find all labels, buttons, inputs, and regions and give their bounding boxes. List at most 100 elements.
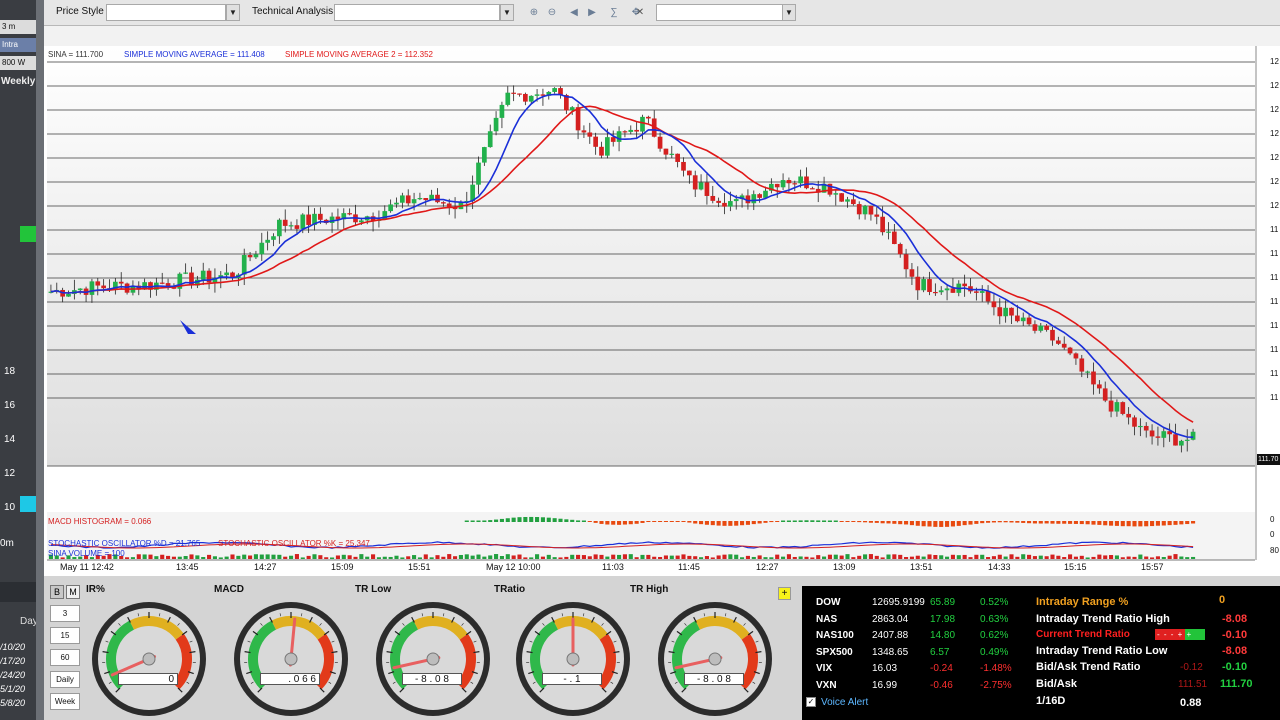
x-axis-label: 11:45 — [678, 562, 700, 572]
left-tab-intra[interactable]: Intra — [0, 38, 36, 52]
gauge-title: IR% — [86, 584, 105, 595]
left-cyan-marker — [20, 496, 36, 512]
x-axis-label: 11:03 — [602, 562, 624, 572]
left-tab-3m[interactable]: 3 m — [0, 20, 36, 34]
market-percent: -1.48% — [980, 663, 1012, 674]
current-trend-bar-text: - - - + + — [1157, 630, 1193, 639]
left-date: /24/20 — [0, 670, 26, 680]
y-axis-tick: 12 — [1270, 201, 1279, 210]
tick-label: 1/16D — [1036, 695, 1066, 707]
current-trend-value: -0.10 — [1222, 629, 1248, 641]
period-60-button[interactable]: 60 — [50, 649, 80, 666]
x-axis-label: 12:27 — [756, 562, 779, 572]
gauge-tr-low — [376, 602, 490, 716]
price-style-select[interactable] — [106, 4, 226, 21]
gauge-title: TR Low — [355, 584, 392, 595]
x-axis-label: May 11 12:42 — [60, 562, 114, 572]
x-axis-label: 13:09 — [833, 562, 856, 572]
chevron-down-icon[interactable]: ▼ — [500, 4, 514, 21]
left-green-marker — [20, 226, 36, 242]
y-axis-tick: 11 — [1270, 321, 1279, 330]
tick-value: 0.88 — [1180, 697, 1202, 709]
bidask-ratio-label: Bid/Ask Trend Ratio — [1036, 661, 1141, 673]
chevron-down-icon[interactable]: ▼ — [226, 4, 240, 21]
stochastic-d-label: STOCHASTIC OSCILLATOR %K = 25.347 — [218, 539, 370, 548]
indicator-tick: 0 — [1270, 530, 1275, 539]
bidask-label: Bid/Ask — [1036, 678, 1077, 690]
current-price-tag: 111.70 — [1257, 454, 1280, 465]
gauge-value: - . 1 — [542, 673, 602, 685]
add-gauge-button[interactable]: + — [778, 587, 791, 600]
x-axis-label: 13:51 — [910, 562, 933, 572]
y-axis-tick: 12 — [1270, 57, 1279, 66]
left-date: 5/1/20 — [0, 684, 26, 694]
gauge-hub — [708, 652, 722, 666]
panel-divider[interactable] — [36, 0, 44, 720]
y-axis-tick: 12 — [1270, 129, 1279, 138]
scroll-left-icon[interactable]: ◀ — [566, 4, 582, 21]
chart-type-icon[interactable]: ∑ — [606, 4, 622, 21]
bid-value: 111.51 — [1178, 679, 1208, 690]
market-last: 12695.9199 — [872, 597, 925, 608]
price-chart[interactable] — [44, 46, 1280, 576]
gauge-value: - 8 . 0 8 — [684, 673, 744, 685]
chevron-down-icon[interactable]: ▼ — [782, 4, 796, 21]
x-axis-label: 14:33 — [988, 562, 1011, 572]
period-daily-button[interactable]: Daily — [50, 671, 80, 688]
market-symbol: DOW — [816, 597, 841, 608]
trend-low-value: -8.08 — [1222, 645, 1248, 657]
gauge-hub — [426, 652, 440, 666]
market-percent: 0.62% — [980, 630, 1009, 641]
x-axis-label: 14:27 — [254, 562, 277, 572]
period-week-button[interactable]: Week — [50, 693, 80, 710]
zoom-in-icon[interactable]: ⊕ — [526, 4, 542, 21]
gauge-value: . 0 6 6 — [260, 673, 320, 685]
trend-low-label: Intraday Trend Ratio Low — [1036, 645, 1168, 657]
indicator-tick: 0 — [1270, 515, 1275, 524]
gauge-title: TR High — [630, 584, 669, 595]
market-change: 14.80 — [930, 630, 956, 641]
y-axis-tick: 12 — [1270, 177, 1279, 186]
market-percent: -2.75% — [980, 679, 1012, 691]
bidask-ratio-bid: -0.12 — [1180, 662, 1203, 673]
close-icon[interactable]: ✕ — [632, 4, 648, 21]
period-m-button[interactable]: M — [66, 585, 80, 599]
ask-value: 111.70 — [1220, 678, 1253, 690]
left-price-tick: 10 — [4, 502, 16, 513]
gauge-ir — [92, 602, 206, 716]
market-percent: 0.52% — [980, 597, 1009, 608]
left-price-tick: 12 — [4, 468, 16, 479]
x-axis-label: 15:09 — [331, 562, 354, 572]
zoom-out-icon[interactable]: ⊖ — [544, 4, 560, 21]
legend-sma1: SIMPLE MOVING AVERAGE = 111.408 — [124, 50, 265, 59]
gauge-hub — [284, 652, 298, 666]
market-change: 65.89 — [930, 597, 956, 608]
x-axis-label: 13:45 — [176, 562, 199, 572]
scroll-right-icon[interactable]: ▶ — [584, 4, 600, 21]
left-price-tick: 18 — [4, 366, 16, 377]
left-price-tick: 16 — [4, 400, 16, 411]
price-style-label: Price Style — [56, 6, 104, 17]
market-last: 16.99 — [872, 679, 898, 691]
y-axis-tick: 12 — [1270, 81, 1279, 90]
market-percent: 0.63% — [980, 613, 1009, 625]
chart-header-strip — [44, 26, 1280, 46]
stochastic-k-label: STOCHASTIC OSCILLATOR %D = 21.765 — [48, 539, 201, 548]
macd-label: MACD HISTOGRAM = 0.066 — [48, 517, 152, 526]
gauge-hub — [142, 652, 156, 666]
market-change: 17.98 — [930, 613, 956, 625]
left-time-label: 0m — [0, 538, 14, 549]
market-change: -0.46 — [930, 679, 953, 691]
layout-select[interactable] — [656, 4, 796, 21]
y-axis-tick: 11 — [1270, 345, 1279, 354]
gauge-tratio — [516, 602, 630, 716]
technical-analysis-select[interactable] — [334, 4, 500, 21]
voice-alert-checkbox[interactable]: ✓ — [806, 697, 816, 707]
period-3-button[interactable]: 3 — [50, 605, 80, 622]
period-b-button[interactable]: B — [50, 585, 64, 599]
left-date: /17/20 — [0, 656, 26, 666]
left-tab-800w[interactable]: 800 W — [0, 56, 36, 70]
market-change: 6.57 — [930, 646, 950, 658]
market-last: 2863.04 — [872, 613, 909, 625]
period-15-button[interactable]: 15 — [50, 627, 80, 644]
